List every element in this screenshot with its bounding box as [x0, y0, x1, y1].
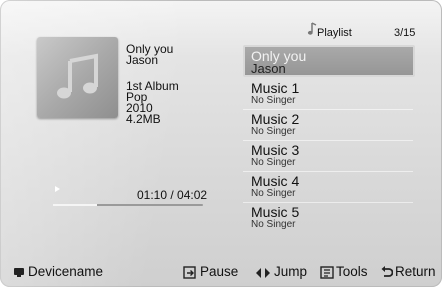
playlist-item[interactable]: Music 4 No Singer — [243, 172, 413, 203]
music-note-icon — [57, 53, 98, 99]
playlist-item[interactable]: Music 1 No Singer — [243, 79, 413, 110]
playlist-item-selected[interactable]: Only you Jason — [243, 45, 415, 77]
music-note-icon — [307, 22, 317, 35]
playlist-item-artist: No Singer — [251, 157, 296, 168]
playlist-item-artist: Jason — [251, 61, 286, 76]
album-art — [37, 37, 118, 118]
track-size: 4.2MB — [126, 112, 161, 126]
playlist-item-artist: No Singer — [251, 95, 296, 106]
left-right-arrows-icon — [256, 268, 270, 278]
track-info-primary: Only you Jason — [126, 43, 173, 66]
playlist-item[interactable]: Music 3 No Singer — [243, 141, 413, 172]
progress-bar[interactable] — [53, 204, 203, 206]
playlist: Only you Jason Music 1 No Singer Music 2… — [243, 45, 415, 234]
playlist-item-title: Music 1 — [251, 80, 300, 96]
playlist-title: Playlist — [317, 27, 352, 39]
playlist-item-artist: No Singer — [251, 188, 296, 199]
playlist-item-title: Music 4 — [251, 173, 300, 189]
playlist-item[interactable]: Music 2 No Singer — [243, 110, 413, 141]
device-name[interactable]: Devicename — [28, 264, 103, 280]
device-icon — [14, 268, 24, 277]
return-icon — [381, 266, 393, 277]
tools-button[interactable]: Tools — [336, 264, 368, 280]
return-button[interactable]: Return — [395, 264, 436, 280]
playback-time: 01:10 / 04:02 — [137, 188, 208, 202]
playlist-item-title: Music 2 — [251, 111, 300, 127]
jump-button[interactable]: Jump — [274, 264, 307, 280]
playlist-item-title: Music 3 — [251, 142, 300, 158]
playlist-item-artist: No Singer — [251, 219, 296, 230]
enter-icon — [183, 266, 196, 279]
play-icon — [55, 186, 60, 192]
playlist-count: 3/15 — [394, 27, 416, 39]
tools-icon — [320, 266, 334, 279]
pause-button[interactable]: Pause — [200, 264, 238, 280]
progress-fill — [53, 204, 97, 206]
playlist-item[interactable]: Music 5 No Singer — [243, 203, 413, 234]
track-info-details: 1st Album Pop 2010 4.2MB — [126, 80, 179, 126]
playlist-item-title: Music 5 — [251, 204, 300, 220]
music-player-screen: Only you Jason 1st Album Pop 2010 4.2MB … — [0, 0, 442, 287]
playlist-item-artist: No Singer — [251, 126, 296, 137]
